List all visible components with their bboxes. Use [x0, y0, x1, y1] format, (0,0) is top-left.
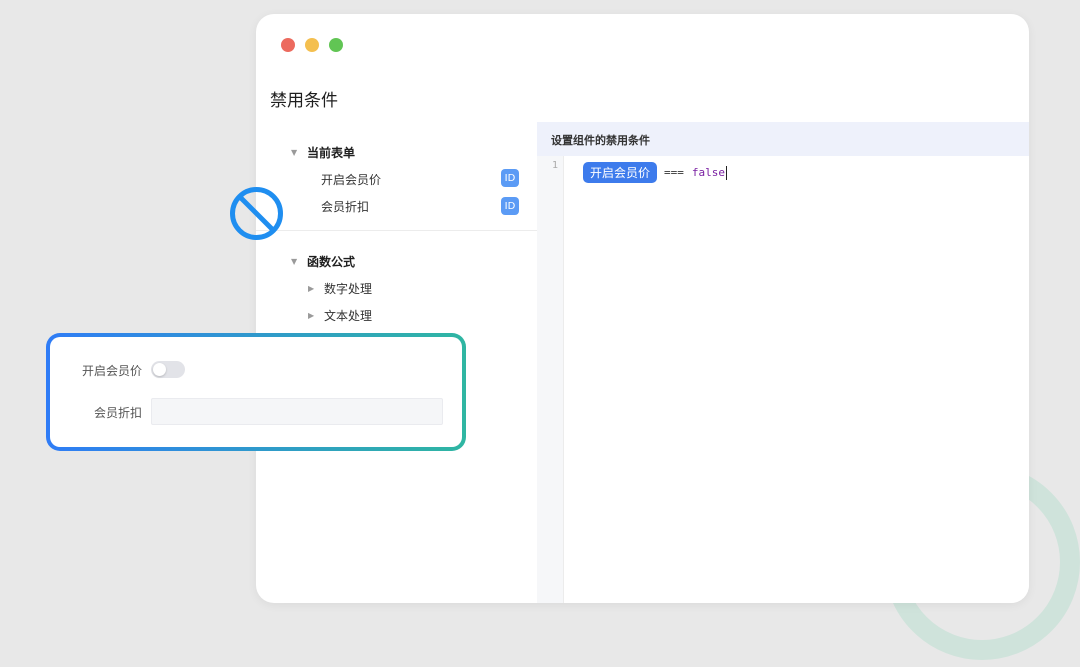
caret-down-icon: ▼ — [291, 257, 298, 266]
value-token: false — [691, 166, 726, 179]
form-preview-body: 开启会员价 会员折扣 — [50, 337, 462, 447]
member-price-toggle[interactable] — [151, 361, 185, 378]
tree-group-functions[interactable]: ▼ 函数公式 — [291, 253, 355, 270]
divider — [256, 230, 537, 231]
window-controls — [281, 38, 343, 52]
field-reference-tag[interactable]: 开启会员价 — [583, 162, 658, 183]
tree-group-label: 当前表单 — [307, 146, 356, 160]
code-line[interactable]: 开启会员价 === false — [583, 162, 728, 183]
id-badge[interactable]: ID — [501, 169, 519, 187]
line-number: 1 — [552, 160, 559, 171]
tree-item-number-processing[interactable]: ▶ 数字处理 — [308, 280, 372, 297]
form-preview-card: 开启会员价 会员折扣 — [46, 333, 466, 451]
close-window-button[interactable] — [281, 38, 295, 52]
text-cursor — [726, 165, 728, 180]
tree-item-label: 文本处理 — [324, 309, 373, 323]
page-title: 禁用条件 — [270, 91, 338, 111]
tree-item-label: 会员折扣 — [321, 200, 370, 214]
toggle-knob — [153, 363, 166, 376]
toggle-label: 开启会员价 — [82, 364, 143, 378]
line-gutter: 1 — [537, 156, 564, 603]
input-label: 会员折扣 — [94, 406, 143, 420]
tree-group-current-form[interactable]: ▼ 当前表单 — [291, 144, 355, 161]
tree-item-label: 数字处理 — [324, 282, 373, 296]
editor-header: 设置组件的禁用条件 — [537, 122, 1029, 156]
member-discount-input[interactable] — [151, 398, 443, 425]
caret-right-icon: ▶ — [308, 284, 315, 293]
maximize-window-button[interactable] — [329, 38, 343, 52]
app-window: 禁用条件 ▼ 当前表单 开启会员价 ID 会员折扣 ID ▼ 函数公式 ▶ 数字… — [256, 14, 1029, 603]
tree-item-enable-member-price[interactable]: 开启会员价 — [321, 171, 381, 188]
tree-item-text-processing[interactable]: ▶ 文本处理 — [308, 307, 372, 324]
prohibited-icon — [230, 187, 283, 240]
id-badge[interactable]: ID — [501, 197, 519, 215]
condition-editor[interactable]: 设置组件的禁用条件 1 开启会员价 === false — [537, 122, 1029, 603]
operator-token: === — [664, 166, 684, 179]
caret-down-icon: ▼ — [291, 148, 298, 157]
caret-right-icon: ▶ — [308, 311, 315, 320]
tree-group-label: 函数公式 — [307, 255, 356, 269]
minimize-window-button[interactable] — [305, 38, 319, 52]
tree-item-label: 开启会员价 — [321, 173, 382, 187]
tree-item-member-discount[interactable]: 会员折扣 — [321, 198, 369, 215]
